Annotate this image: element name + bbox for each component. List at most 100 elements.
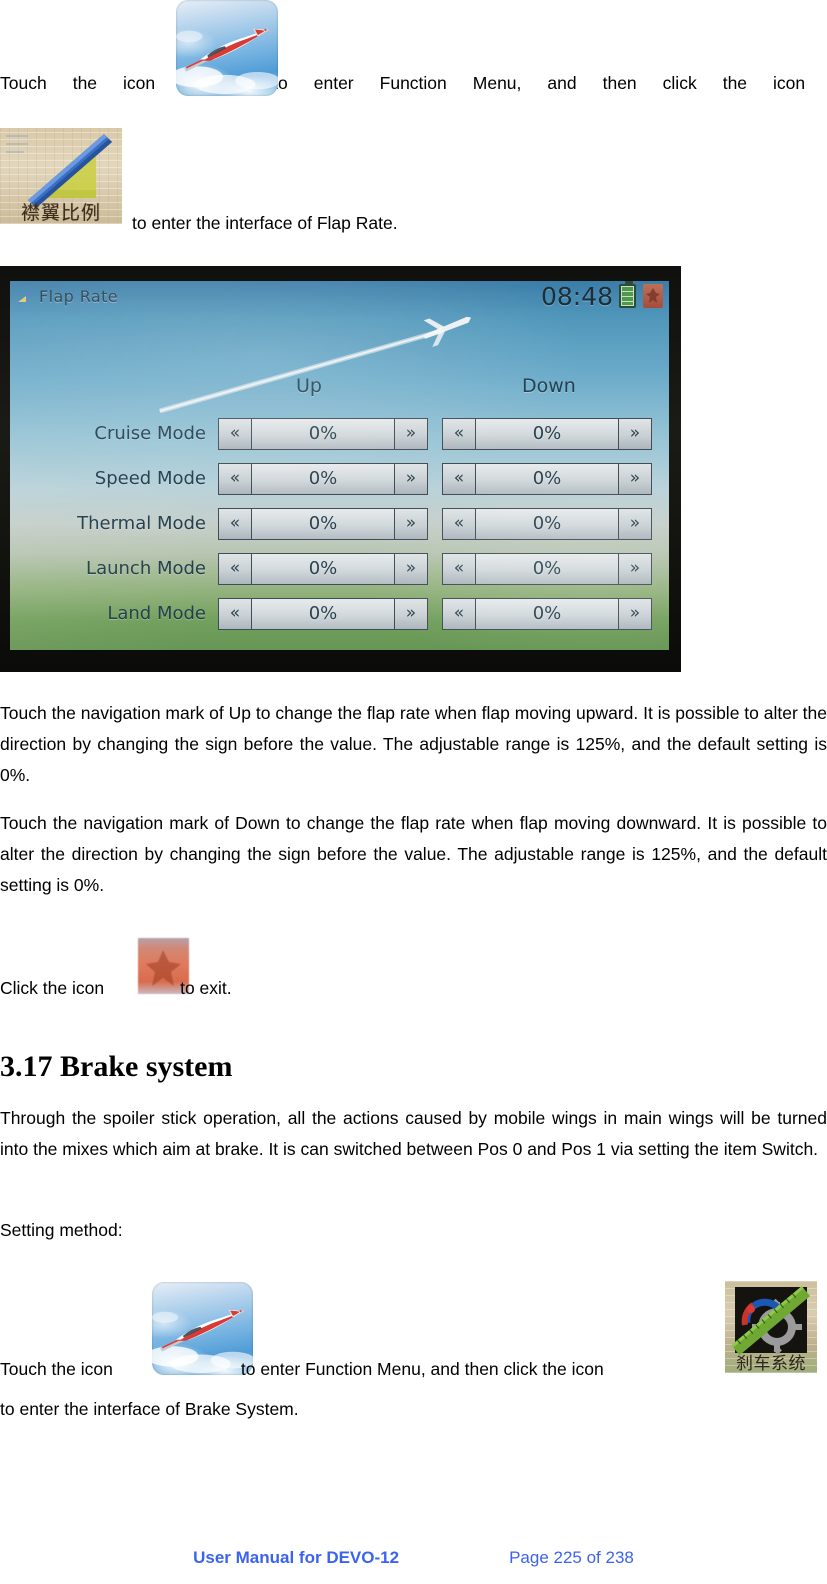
paragraph-brake-text: Through the spoiler stick operation, all… [0,1108,827,1159]
device-screen-photo: Flap Rate 08:48 Up Down Cruise Mode « 0%… [0,266,681,672]
device-lcd: Flap Rate 08:48 Up Down Cruise Mode « 0%… [10,281,669,650]
speed-down-stepper[interactable]: « 0% » [442,462,652,495]
column-header-down: Down [522,375,576,397]
cruise-up-value: 0% [252,417,394,450]
intro-word-icon2: icon [773,73,806,93]
brake-instruction-tail: to enter the interface of Brake System. [0,1396,827,1422]
paragraph-up-description: Touch the navigation mark of Up to chang… [0,698,827,791]
cruise-up-stepper[interactable]: « 0% » [218,417,428,450]
brake-instruction-middle: to enter Function Menu, and then click t… [240,1359,604,1379]
thermal-up-value: 0% [252,507,394,540]
intro-word-menu: Menu, [472,73,522,93]
nav-left-icon[interactable]: « [218,507,252,540]
intro-word-the: the [72,73,98,93]
land-up-stepper[interactable]: « 0% » [218,597,428,630]
intro-word-function: Function [379,73,447,93]
nav-left-icon[interactable]: « [442,552,476,585]
paragraph-down-description: Touch the navigation mark of Down to cha… [0,808,827,901]
land-down-value: 0% [476,597,618,630]
table-row: Land Mode « 0% » « 0% » [10,591,669,636]
nav-right-icon[interactable]: » [394,417,428,450]
intro-paragraph-line1: Touch the icon to enter Function Menu, and then c… [0,70,827,96]
nav-right-icon[interactable]: » [394,552,428,585]
speed-up-stepper[interactable]: « 0% » [218,462,428,495]
speed-up-value: 0% [252,462,394,495]
paragraph-down-text: Touch the navigation mark of Down to cha… [0,813,827,895]
exit-icon[interactable] [643,284,663,308]
section-heading-brake-system: 3.17 Brake system [0,1050,233,1083]
nav-left-icon[interactable]: « [442,462,476,495]
column-header-up: Up [296,375,322,397]
intro-line2-text: to enter the interface of Flap Rate. [132,213,398,233]
brake-instruction-line: Touch the icon to enter Function Menu, an… [0,1356,827,1382]
nav-right-icon[interactable]: » [618,597,652,630]
thermal-down-value: 0% [476,507,618,540]
glider-app-icon [176,0,278,96]
table-row: Thermal Mode « 0% » « 0% » [10,501,669,546]
land-down-stepper[interactable]: « 0% » [442,597,652,630]
launch-up-value: 0% [252,552,394,585]
manual-page: Touch the icon to enter Function Menu, and then c… [0,0,827,1584]
row-label-launch-mode: Launch Mode [86,558,206,579]
nav-left-icon[interactable]: « [218,462,252,495]
lcd-clock: 08:48 [540,281,613,311]
launch-down-stepper[interactable]: « 0% » [442,552,652,585]
row-label-speed-mode: Speed Mode [94,468,206,489]
launch-down-value: 0% [476,552,618,585]
brake-instruction-prefix: Touch the icon [0,1359,113,1379]
title-icon-glyph [18,289,32,304]
intro-word-icon: icon [123,73,156,93]
nav-left-icon[interactable]: « [442,417,476,450]
nav-left-icon[interactable]: « [218,597,252,630]
paragraph-up-text: Touch the navigation mark of Up to chang… [0,703,827,785]
nav-right-icon[interactable]: » [618,462,652,495]
thermal-down-stepper[interactable]: « 0% » [442,507,652,540]
footer-page-number: Page 225 of 238 [509,1548,634,1567]
lcd-screen-title: Flap Rate [39,286,118,306]
exit-instruction-suffix: to exit. [180,978,232,998]
brake-instruction-tail-text: to enter the interface of Brake System. [0,1399,299,1419]
table-row: Launch Mode « 0% » « 0% » [10,546,669,591]
intro-word-click: click [662,73,697,93]
nav-left-icon[interactable]: « [218,552,252,585]
intro-word-and: and [547,73,577,93]
nav-left-icon[interactable]: « [442,507,476,540]
page-footer: User Manual for DEVO-12 Page 225 of 238 [0,1548,827,1568]
setting-method-label: Setting method: [0,1215,827,1246]
thermal-up-stepper[interactable]: « 0% » [218,507,428,540]
table-row: Speed Mode « 0% » « 0% » [10,456,669,501]
exit-icon-glyph [646,288,660,303]
nav-right-icon[interactable]: » [394,597,428,630]
flap-rate-title-icon [16,288,33,305]
exit-instruction-line: Click the icon to exit. [0,975,827,1001]
nav-right-icon[interactable]: » [618,552,652,585]
battery-full-icon [619,281,636,308]
paragraph-brake-intro: Through the spoiler stick operation, all… [0,1103,827,1165]
footer-manual-title: User Manual for DEVO-12 [193,1548,400,1567]
intro-word-the2: the [722,73,748,93]
row-label-land-mode: Land Mode [107,603,206,624]
glider-illustration [176,28,278,95]
intro-word-enter: enter [313,73,354,93]
nav-right-icon[interactable]: » [618,507,652,540]
row-label-thermal-mode: Thermal Mode [77,513,206,534]
flap-rate-table: Cruise Mode « 0% » « 0% » Speed Mode « 0… [10,411,669,636]
nav-left-icon[interactable]: « [218,417,252,450]
nav-left-icon[interactable]: « [442,597,476,630]
exit-instruction-prefix: Click the icon [0,978,105,998]
launch-up-stepper[interactable]: « 0% » [218,552,428,585]
lcd-status-bar: Flap Rate 08:48 [10,281,669,311]
setting-method-text: Setting method: [0,1220,123,1240]
speed-down-value: 0% [476,462,618,495]
intro-word-touch: Touch [0,73,47,93]
nav-right-icon[interactable]: » [394,507,428,540]
cruise-down-stepper[interactable]: « 0% » [442,417,652,450]
nav-right-icon[interactable]: » [618,417,652,450]
nav-right-icon[interactable]: » [394,462,428,495]
cruise-down-value: 0% [476,417,618,450]
intro-paragraph-line2: to enter the interface of Flap Rate. [0,210,827,236]
land-up-value: 0% [252,597,394,630]
row-label-cruise-mode: Cruise Mode [94,423,206,444]
intro-word-then: then [602,73,637,93]
table-row: Cruise Mode « 0% » « 0% » [10,411,669,456]
